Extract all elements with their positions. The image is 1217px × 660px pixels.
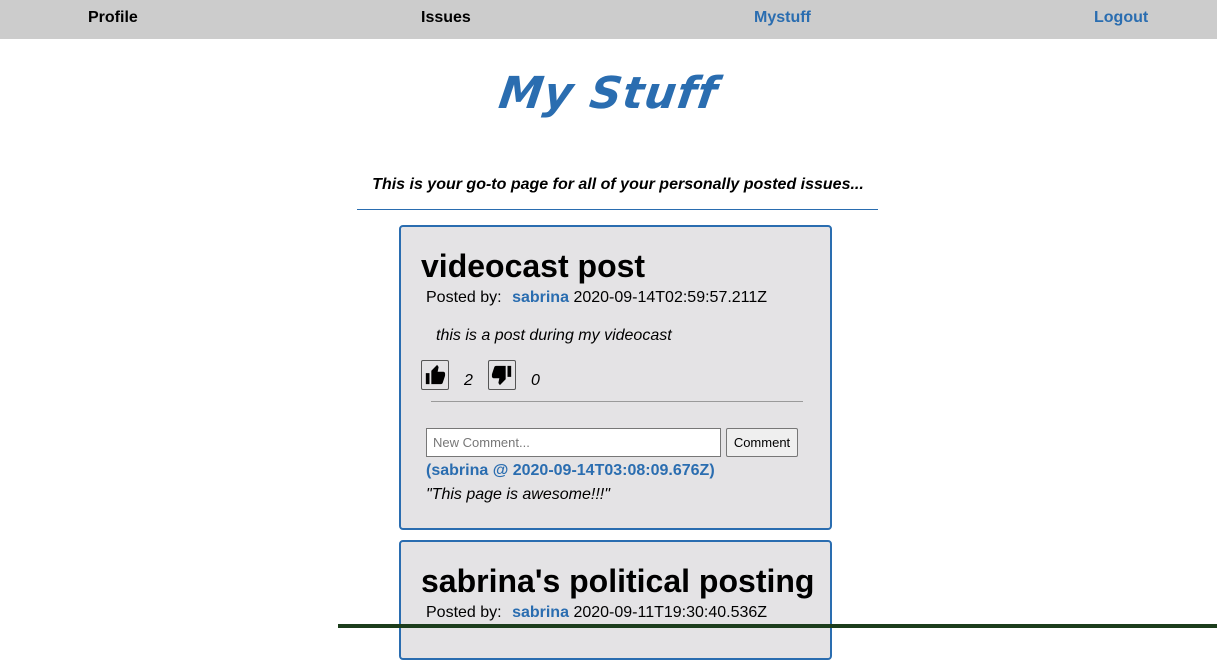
post-byline: Posted by: sabrina 2020-09-14T02:59:57.2… [426,289,767,307]
card-divider [431,401,803,402]
post-card: sabrina's political posting Posted by: s… [399,540,832,660]
post-title: sabrina's political posting [421,563,815,599]
comment-text: "This page is awesome!!!" [426,486,610,503]
new-comment-input[interactable] [426,428,721,457]
post-timestamp: 2020-09-11T19:30:40.536Z [573,604,768,621]
post-card: videocast post Posted by: sabrina 2020-0… [399,225,832,530]
nav-profile-link[interactable]: Profile [88,9,138,27]
comment-author-meta: (sabrina @ 2020-09-14T03:08:09.676Z) [426,462,715,479]
posted-by-label: Posted by: [426,289,502,306]
thumbs-up-icon [425,364,446,385]
bottom-edge-bar [338,624,1217,628]
page-subtitle: This is your go-to page for all of your … [372,176,864,193]
downvote-button[interactable] [488,360,516,390]
header-divider [357,209,878,210]
page-title: My Stuff [495,68,722,119]
post-timestamp: 2020-09-14T02:59:57.211Z [573,289,768,306]
post-body: this is a post during my videocast [436,327,672,344]
upvote-button[interactable] [421,360,449,390]
post-author-link[interactable]: sabrina [512,289,569,306]
downvote-count: 0 [531,372,540,389]
post-title: videocast post [421,248,646,284]
nav-logout-link[interactable]: Logout [1094,9,1148,27]
thumbs-down-icon [491,365,512,386]
posted-by-label: Posted by: [426,604,502,621]
upvote-count: 2 [464,372,473,389]
comment-submit-button[interactable]: Comment [726,428,798,457]
nav-mystuff-link[interactable]: Mystuff [754,9,811,27]
post-byline: Posted by: sabrina 2020-09-11T19:30:40.5… [426,604,767,622]
top-navbar: Profile Issues Mystuff Logout [0,0,1217,39]
post-author-link[interactable]: sabrina [512,604,569,621]
nav-issues-link[interactable]: Issues [421,9,471,27]
